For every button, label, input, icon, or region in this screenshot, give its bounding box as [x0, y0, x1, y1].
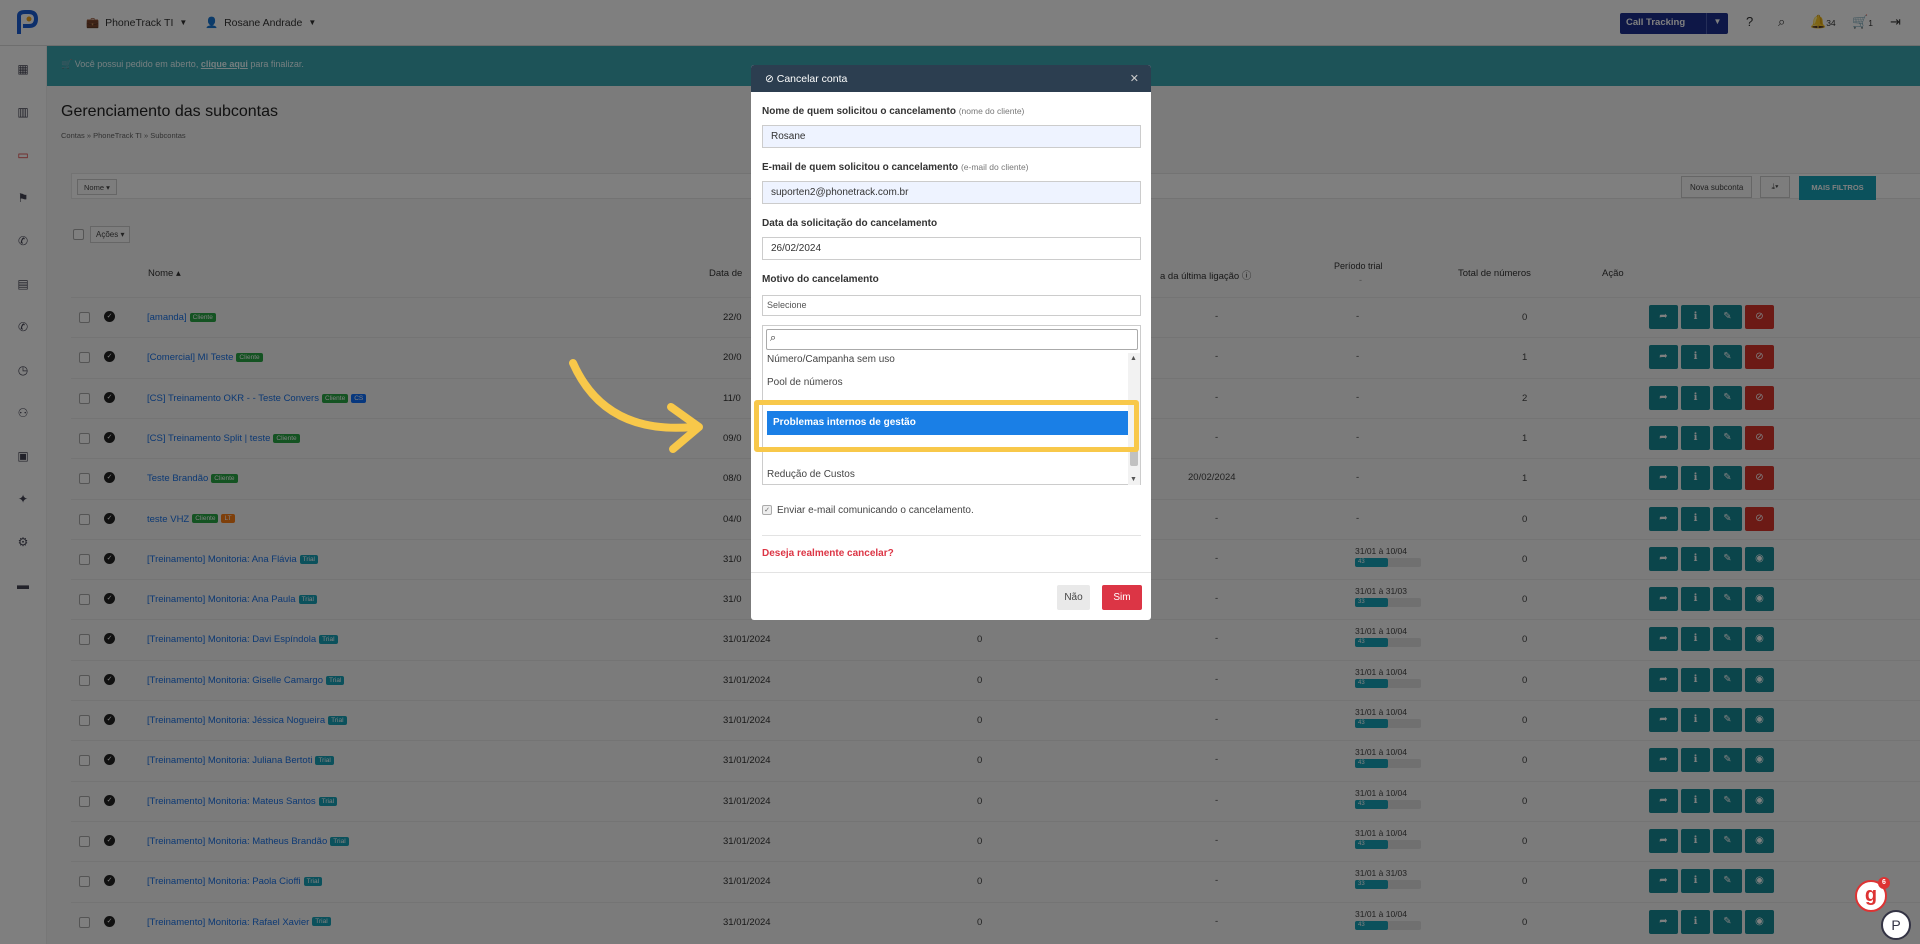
- requester-email-label-text: E-mail de quem solicitou o cancelamento: [762, 162, 959, 173]
- divider: [762, 535, 1141, 536]
- request-date-input[interactable]: 26/02/2024: [762, 237, 1141, 260]
- modal-title: Cancelar conta: [776, 73, 848, 85]
- scroll-up-icon: ▲: [1130, 355, 1137, 362]
- confirm-question: Deseja realmente cancelar?: [762, 548, 894, 559]
- divider: [751, 572, 1151, 573]
- reason-option[interactable]: Redução de Custos: [767, 469, 855, 480]
- scroll-down-icon: ▼: [1130, 476, 1137, 483]
- requester-email-input[interactable]: suporten2@phonetrack.com.br: [762, 181, 1141, 204]
- search-icon: ⌕: [770, 332, 777, 344]
- ban-icon: ⊘: [765, 73, 774, 85]
- send-email-checkbox[interactable]: ✓: [762, 505, 772, 516]
- close-icon[interactable]: ✕: [1130, 72, 1139, 85]
- reason-select[interactable]: Selecione: [762, 295, 1141, 316]
- reason-option[interactable]: Pool de números: [767, 377, 843, 388]
- reason-option[interactable]: Número/Campanha sem uso: [767, 354, 895, 365]
- yes-button[interactable]: Sim: [1102, 585, 1142, 610]
- cancel-account-modal: ⊘ Cancelar conta ✕ Nome de quem solicitou…: [751, 65, 1151, 620]
- modal-header: ⊘ Cancelar conta ✕: [751, 65, 1151, 92]
- requester-name-label-text: Nome de quem solicitou o cancelamento: [762, 106, 956, 117]
- guide-widget-icon[interactable]: g6: [1855, 877, 1890, 912]
- reason-search-input[interactable]: ⌕: [766, 329, 1138, 350]
- highlight-frame: [754, 400, 1139, 452]
- request-date-label: Data da solicitação do cancelamento: [762, 218, 938, 229]
- requester-name-label: Nome de quem solicitou o cancelamento (n…: [762, 106, 1024, 117]
- send-email-option[interactable]: ✓ Enviar e-mail comunicando o cancelament…: [762, 505, 974, 516]
- guide-count-badge: 6: [1878, 877, 1890, 889]
- no-button[interactable]: Não: [1057, 585, 1090, 610]
- requester-name-hint: (nome do cliente): [958, 106, 1025, 116]
- requester-email-hint: (e-mail do cliente): [960, 162, 1029, 172]
- reason-label: Motivo do cancelamento: [762, 274, 879, 285]
- support-chat-icon[interactable]: P: [1881, 910, 1911, 940]
- requester-email-label: E-mail de quem solicitou o cancelamento …: [762, 162, 1029, 173]
- pointer-arrow-icon: [569, 359, 703, 453]
- requester-name-input[interactable]: Rosane: [762, 125, 1141, 148]
- send-email-label: Enviar e-mail comunicando o cancelamento…: [777, 505, 974, 516]
